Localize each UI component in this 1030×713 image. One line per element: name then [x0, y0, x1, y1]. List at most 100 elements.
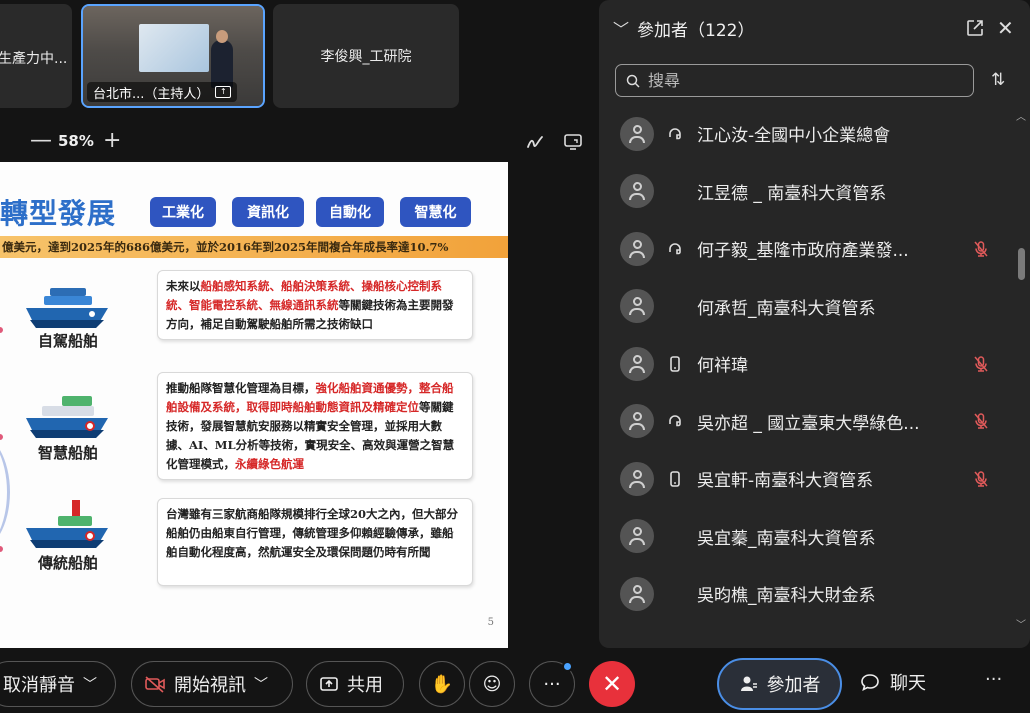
more-options-button[interactable]: ···	[985, 669, 1002, 690]
close-icon[interactable]: ✕	[997, 16, 1014, 40]
mic-muted-icon[interactable]	[972, 412, 990, 430]
scroll-thumb[interactable]	[1018, 248, 1025, 280]
chevron-down-icon[interactable]: ﹀	[83, 674, 97, 694]
tag-smartization: 智慧化	[400, 197, 471, 227]
participant-row[interactable]: 吳宜軒-南臺科大資管系	[599, 450, 1014, 508]
bullet-dot	[0, 327, 3, 333]
participants-label: 參加者	[766, 675, 821, 696]
participant-name: 吳昀樵_南臺科大財金系	[697, 586, 876, 607]
participants-panel: ﹀ 參加者（122） ✕ ⇅ 江心汝-全國中小企業總會江昱德 _ 南臺科大資管系…	[599, 0, 1030, 648]
meeting-toolbar: 取消靜音 ﹀ 開始視訊 ﹀ 共用 ✋ ☺ ··· ✕ 參加者 聊天 ···	[0, 653, 1030, 713]
desc-smart: 推動船隊智慧化管理為目標，強化船舶資通優勢，整合船舶設備及系統，取得即時船舶動態…	[157, 372, 473, 480]
chat-icon	[861, 674, 879, 692]
mobile-device-icon	[666, 470, 684, 488]
phone-audio-icon	[666, 412, 684, 430]
zoom-out-button[interactable]: —	[30, 128, 52, 154]
video-tile-left[interactable]: 生產力中...	[0, 4, 72, 108]
participant-row[interactable]: 何承哲_南臺科大資管系	[599, 278, 1014, 336]
participant-name: 吳宜軒-南臺科大資管系	[697, 471, 874, 492]
participant-row[interactable]: 吳宜蓁_南臺科大資管系	[599, 508, 1014, 566]
participants-button[interactable]: 參加者	[717, 658, 842, 710]
participant-row[interactable]: 江昱德 _ 南臺科大資管系	[599, 163, 1014, 221]
desc-traditional: 台灣雖有三家航商船隊規模排行全球20大之內，但大部分船舶仍由船東自行管理，傳統管…	[157, 498, 473, 586]
hand-icon: ✋	[430, 673, 454, 695]
participant-name: 何承哲_南臺科大資管系	[697, 298, 876, 319]
tag-automation: 自動化	[316, 197, 384, 227]
raise-hand-button[interactable]: ✋	[419, 661, 465, 707]
mic-muted-icon[interactable]	[972, 355, 990, 373]
bullet-dot	[0, 434, 3, 440]
participant-row[interactable]: 何祥瑋	[599, 335, 1014, 393]
participant-name: 江昱德 _ 南臺科大資管系	[697, 183, 887, 204]
shared-slide: 轉型發展 工業化 資訊化 自動化 智慧化 億美元，達到2025年的686億美元，…	[0, 162, 508, 648]
participant-name: 江心汝-全國中小企業總會	[697, 126, 891, 147]
popout-icon[interactable]	[965, 18, 985, 38]
search-input[interactable]	[648, 71, 948, 90]
participant-list: 江心汝-全國中小企業總會 江昱德 _ 南臺科大資管系何子毅_基隆市政府產業發...…	[599, 105, 1014, 623]
chat-label: 聊天	[890, 673, 926, 694]
sort-icon[interactable]: ⇅	[991, 70, 1005, 90]
unmute-label: 取消靜音	[3, 675, 75, 696]
participant-name: 何祥瑋	[697, 356, 748, 377]
video-tile-host[interactable]: 台北市...（主持人） ↑	[81, 4, 265, 108]
start-video-button[interactable]: 開始視訊 ﹀	[131, 661, 293, 707]
desc-autonomous: 未來以船舶感知系統、船舶決策系統、操船核心控制系統、智能電控系統、無線通訊系統等…	[157, 270, 473, 340]
avatar	[620, 116, 654, 151]
presenter-figure	[211, 40, 233, 88]
avatar	[620, 231, 654, 266]
decorative-arc	[0, 432, 10, 552]
projection-screen	[139, 24, 209, 72]
mic-muted-icon[interactable]	[972, 240, 990, 258]
mic-muted-icon[interactable]	[972, 470, 990, 488]
phone-audio-icon	[666, 240, 684, 258]
scroll-down-icon[interactable]: ﹀	[1016, 616, 1026, 631]
tile-third-name: 李俊興_工研院	[320, 49, 412, 65]
screen-options-icon[interactable]	[562, 131, 584, 153]
slide-title: 轉型發展	[0, 197, 117, 230]
panel-title: 參加者（122）	[637, 20, 755, 41]
more-label: ···	[543, 673, 561, 695]
notification-dot	[562, 661, 573, 672]
person-icon	[740, 676, 757, 691]
avatar	[620, 461, 654, 496]
avatar	[620, 346, 654, 381]
host-name: 台北市...（主持人）	[93, 86, 210, 102]
host-name-pill: 台北市...（主持人） ↑	[87, 82, 238, 102]
zoom-in-button[interactable]: +	[103, 128, 121, 154]
zoom-level: 58%	[58, 132, 94, 150]
chevron-down-icon[interactable]: ﹀	[613, 16, 629, 40]
close-icon: ✕	[601, 670, 623, 698]
start-video-label: 開始視訊	[174, 675, 246, 696]
participant-row[interactable]: 江心汝-全國中小企業總會	[599, 105, 1014, 163]
share-button[interactable]: 共用	[306, 661, 404, 707]
ship-label-traditional: 傳統船舶	[38, 554, 99, 572]
annotate-icon[interactable]	[524, 131, 546, 153]
scrollbar[interactable]: ︿ ﹀	[1014, 108, 1028, 631]
participant-row[interactable]: 吳亦超 _ 國立臺東大學綠色...	[599, 393, 1014, 451]
participant-name: 何子毅_基隆市政府產業發...	[697, 241, 909, 262]
scroll-up-icon[interactable]: ︿	[1016, 108, 1026, 123]
phone-audio-icon	[666, 125, 684, 143]
tag-informatization: 資訊化	[232, 197, 304, 227]
leave-button[interactable]: ✕	[589, 661, 635, 707]
video-tile-third[interactable]: 李俊興_工研院	[273, 4, 459, 108]
desc1-text-a: 未來以	[166, 279, 201, 293]
reactions-button[interactable]: ☺	[469, 661, 515, 707]
ship-label-autonomous: 自駕船舶	[38, 332, 99, 350]
participant-row[interactable]: 何子毅_基隆市政府產業發...	[599, 220, 1014, 278]
search-box[interactable]	[615, 64, 974, 97]
participant-row[interactable]: 吳昀樵_南臺科大財金系	[599, 565, 1014, 623]
share-icon	[320, 677, 338, 691]
unmute-button[interactable]: 取消靜音 ﹀	[0, 661, 116, 707]
panel-header[interactable]: ﹀ 參加者（122）	[613, 14, 754, 42]
smart-ship-icon	[26, 396, 108, 438]
chat-button[interactable]: 聊天	[860, 669, 926, 695]
emoji-icon: ☺	[482, 673, 502, 695]
chevron-down-icon[interactable]: ﹀	[254, 674, 268, 694]
meeting-window: 生產力中... 台北市...（主持人） ↑ 李俊興_工研院 — 58% + 轉型…	[0, 0, 1030, 713]
bullet-dot	[0, 546, 3, 552]
slide-page-number: 5	[487, 617, 494, 628]
desc2-text-highlight-end: 永續綠色航運	[235, 457, 304, 471]
desc2-text-a: 推動船隊智慧化管理為目標，	[166, 381, 316, 395]
presenter-head	[216, 30, 228, 43]
